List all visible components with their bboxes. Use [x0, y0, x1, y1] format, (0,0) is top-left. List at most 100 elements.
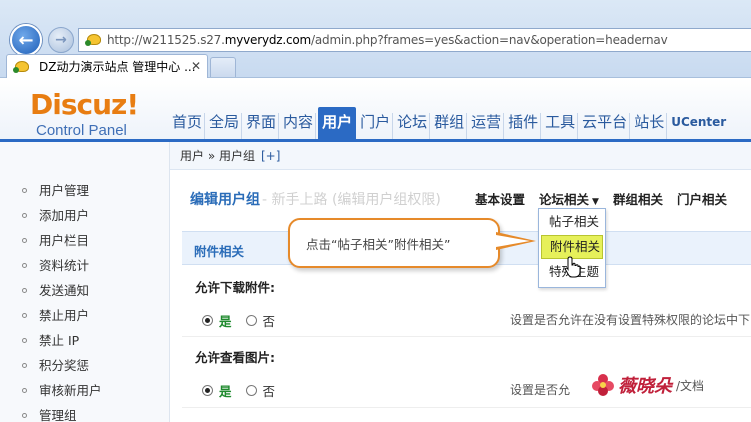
- setting-label: 允许查看图片:: [195, 350, 275, 365]
- tab-basic-settings[interactable]: 基本设置: [475, 189, 525, 208]
- tab-forum-related[interactable]: 论坛相关 ▼: [539, 189, 599, 208]
- watermark: 薇晓朵 /文档: [590, 372, 704, 398]
- sidebar-item[interactable]: 添加用户: [22, 207, 102, 232]
- divider: [182, 407, 751, 408]
- radio-yes-label: 是: [219, 384, 232, 399]
- setting-description: 设置是否允许在没有设置特殊权限的论坛中下: [510, 313, 751, 327]
- sidebar-item[interactable]: 用户管理: [22, 182, 102, 207]
- tab-group-related[interactable]: 群组相关: [613, 189, 663, 208]
- tab-title: DZ动力演示站点 管理中心 ...: [39, 60, 196, 74]
- sidebar-item-label: 添加用户: [39, 208, 90, 223]
- radio-yes[interactable]: [202, 315, 213, 326]
- sidebar-item-label: 禁止用户: [39, 308, 90, 323]
- bullet-icon: [22, 188, 27, 193]
- tab-close-icon[interactable]: ✕: [191, 59, 201, 73]
- top-nav: 首页 全局 界面 内容 用户 门户 论坛 群组 运营 插件 工具 云平台 站长 UCenter: [170, 101, 730, 139]
- new-tab-button[interactable]: [210, 57, 236, 77]
- sidebar-item-label: 用户栏目: [39, 233, 90, 248]
- topnav-item[interactable]: 全局: [207, 113, 243, 139]
- sidebar: 用户管理添加用户用户栏目资料统计发送通知禁止用户禁止 IP 积分奖惩审核新用户管理…: [0, 142, 170, 422]
- callout-text: 点击“帖子相关”附件相关”: [306, 237, 451, 252]
- radio-yes[interactable]: [202, 385, 213, 396]
- logo-sub: Control Panel: [36, 122, 127, 139]
- radio-group: 是 否: [202, 381, 275, 400]
- sidebar-menu: 用户管理添加用户用户栏目资料统计发送通知禁止用户禁止 IP 积分奖惩审核新用户管理…: [22, 182, 102, 422]
- arrow-left-icon: ←: [18, 29, 34, 51]
- radio-no[interactable]: [245, 385, 257, 396]
- bullet-icon: [22, 363, 27, 368]
- page-title: 编辑用户组: [190, 192, 260, 208]
- watermark-text: 薇晓朵: [618, 376, 672, 397]
- sidebar-item[interactable]: 审核新用户: [22, 382, 102, 407]
- hand-cursor-icon: [564, 256, 581, 278]
- topnav-item[interactable]: UCenter: [669, 113, 728, 139]
- sidebar-item[interactable]: 积分奖惩: [22, 357, 102, 382]
- sidebar-item[interactable]: 发送通知: [22, 282, 102, 307]
- address-bar[interactable]: http://w211525.s27.myverydz.com/admin.ph…: [78, 28, 751, 52]
- logo-main: Discuz!: [30, 88, 139, 121]
- site-favicon-icon: [85, 34, 101, 46]
- setting-label: 允许下载附件:: [195, 280, 275, 295]
- sidebar-item[interactable]: 管理组: [22, 407, 102, 422]
- topnav-item[interactable]: 站长: [632, 113, 668, 139]
- topnav-item[interactable]: 论坛: [395, 113, 431, 139]
- url-text: http://w211525.s27.myverydz.com/admin.ph…: [107, 33, 668, 47]
- radio-no[interactable]: [245, 315, 257, 326]
- section-title: 附件相关: [194, 244, 245, 259]
- forward-button[interactable]: →: [48, 27, 74, 53]
- bullet-icon: [22, 213, 27, 218]
- topnav-item[interactable]: 群组: [432, 113, 468, 139]
- callout-bubble: 点击“帖子相关”附件相关”: [288, 218, 500, 268]
- setting-description: 设置是否允: [510, 383, 571, 397]
- radio-group: 是 否: [202, 311, 275, 330]
- tab-favicon-icon: [13, 60, 29, 73]
- flower-logo-icon: [592, 374, 614, 396]
- callout-arrow-inner: [496, 235, 530, 247]
- sidebar-item-label: 资料统计: [39, 258, 90, 273]
- radio-no-label: 否: [262, 384, 276, 399]
- discuz-logo: Discuz! Control Panel: [30, 88, 139, 140]
- topnav-item[interactable]: 内容: [281, 113, 317, 139]
- bullet-icon: [22, 288, 27, 293]
- sidebar-item-label: 发送通知: [39, 283, 90, 298]
- breadcrumb-text: 用户 » 用户组: [180, 149, 255, 163]
- topnav-item[interactable]: 门户: [358, 113, 394, 139]
- sidebar-item-label: 禁止 IP: [39, 333, 80, 348]
- topnav-item[interactable]: 云平台: [580, 113, 631, 139]
- tab-portal-related[interactable]: 门户相关: [677, 189, 727, 208]
- browser-tab[interactable]: DZ动力演示站点 管理中心 ... ✕: [6, 54, 208, 78]
- divider: [182, 336, 751, 337]
- arrow-right-icon: →: [55, 32, 67, 48]
- breadcrumb: 用户 » 用户组 [+]: [170, 142, 751, 170]
- sidebar-item[interactable]: 禁止 IP: [22, 332, 102, 357]
- bullet-icon: [22, 238, 27, 243]
- bullet-icon: [22, 388, 27, 393]
- topnav-item[interactable]: 首页: [170, 113, 206, 139]
- radio-no-label: 否: [262, 314, 276, 329]
- tab-forum-related-label: 论坛相关: [539, 192, 590, 207]
- topnav-item[interactable]: 用户: [318, 107, 357, 139]
- topnav-item[interactable]: 运营: [469, 113, 505, 139]
- sidebar-item-label: 积分奖惩: [39, 358, 90, 373]
- sidebar-item[interactable]: 禁止用户: [22, 307, 102, 332]
- sidebar-item-label: 用户管理: [39, 183, 90, 198]
- radio-yes-label: 是: [219, 314, 232, 329]
- breadcrumb-add-button[interactable]: [+]: [261, 149, 280, 163]
- back-button[interactable]: ←: [10, 24, 42, 56]
- dropdown-item-posts[interactable]: 帖子相关: [541, 210, 603, 234]
- subtabs: 基本设置 论坛相关 ▼ 群组相关 门户相关: [475, 189, 741, 208]
- bullet-icon: [22, 338, 27, 343]
- sidebar-item[interactable]: 资料统计: [22, 257, 102, 282]
- page-subtitle: - 新手上路 (编辑用户组权限): [262, 192, 441, 208]
- bullet-icon: [22, 413, 27, 418]
- bullet-icon: [22, 313, 27, 318]
- sidebar-item-label: 管理组: [39, 408, 77, 422]
- sidebar-item[interactable]: 用户栏目: [22, 232, 102, 257]
- watermark-sub: /文档: [676, 378, 705, 393]
- topnav-item[interactable]: 工具: [543, 113, 579, 139]
- sidebar-item-label: 审核新用户: [39, 383, 102, 398]
- bullet-icon: [22, 263, 27, 268]
- topnav-item[interactable]: 界面: [244, 113, 280, 139]
- topnav-item[interactable]: 插件: [506, 113, 542, 139]
- chevron-down-icon: ▼: [592, 197, 599, 207]
